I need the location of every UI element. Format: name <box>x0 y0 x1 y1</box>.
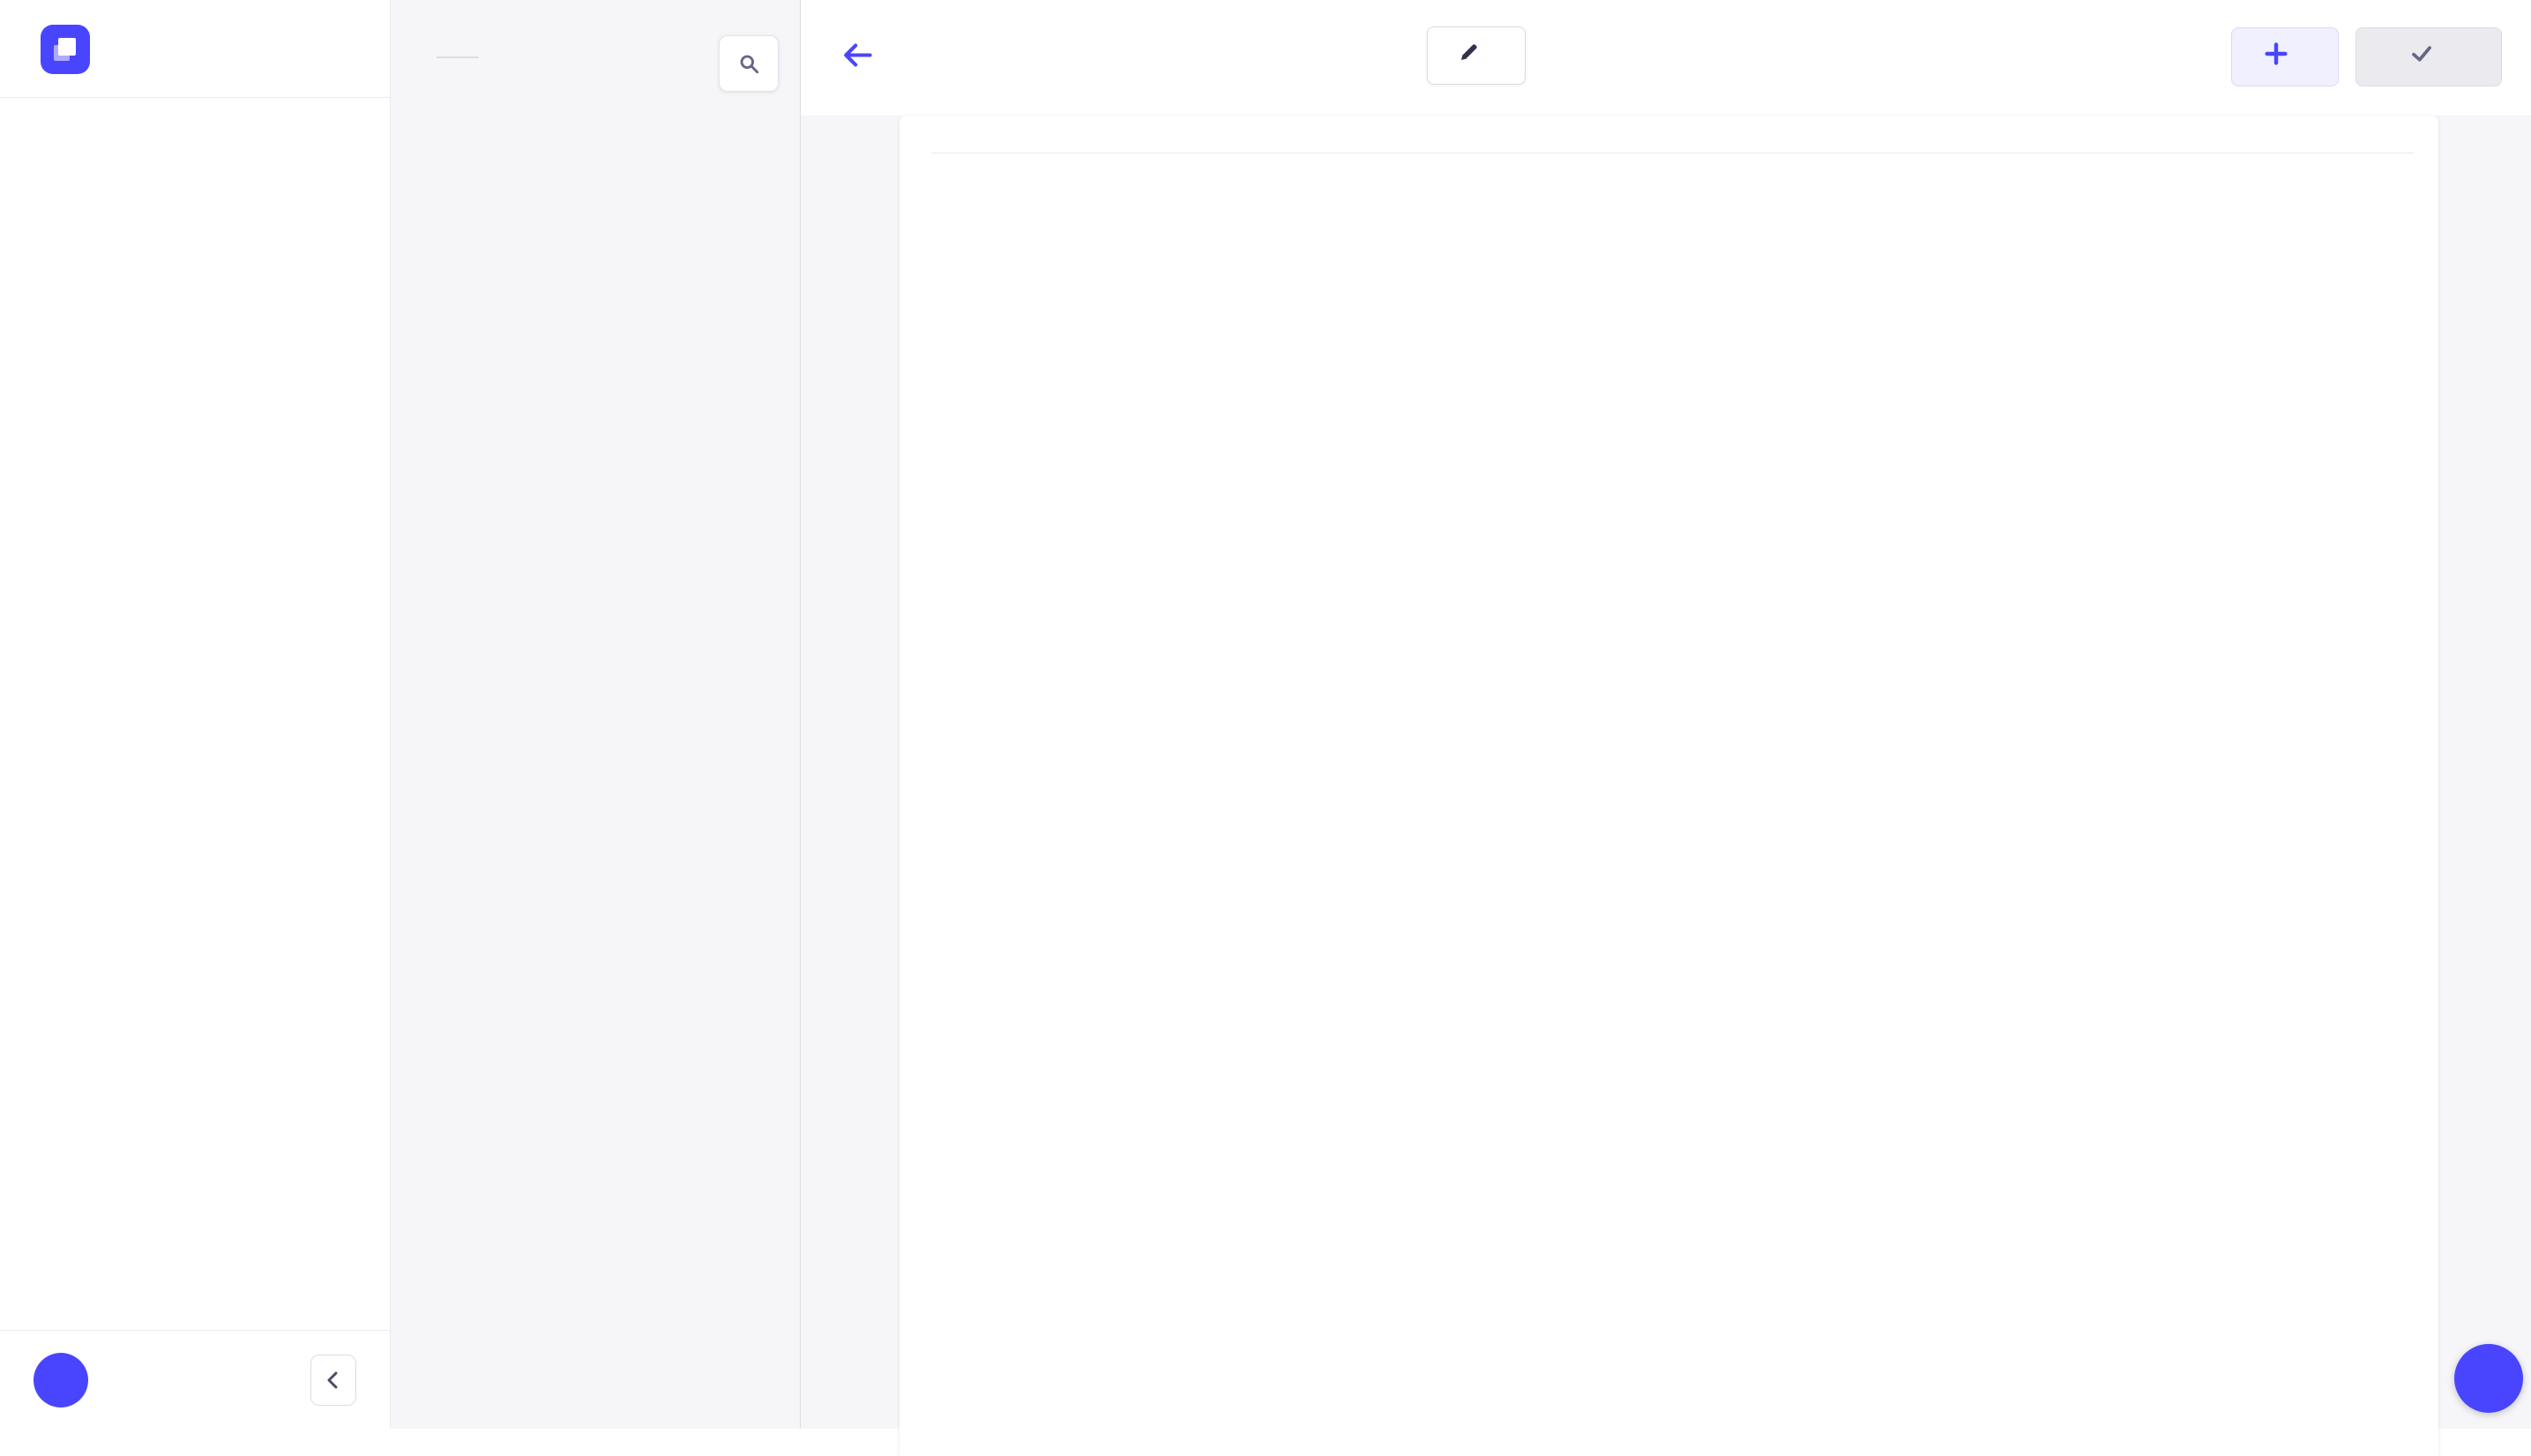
content-type-builder-panel <box>391 0 801 1429</box>
plus-icon <box>2262 40 2290 74</box>
search-button[interactable] <box>719 35 779 92</box>
pencil-icon <box>1456 41 1481 71</box>
sidebar <box>0 0 391 1429</box>
check-icon <box>2408 41 2435 73</box>
strapi-logo-icon <box>41 25 90 74</box>
divider <box>437 56 479 58</box>
main-header <box>801 0 2531 116</box>
strapi-dashboard-app <box>0 0 2531 1456</box>
back-arrow-icon <box>840 41 875 77</box>
sidebar-nav <box>0 98 390 124</box>
brand <box>0 0 390 97</box>
help-button[interactable] <box>2454 1344 2523 1413</box>
back-link[interactable] <box>840 41 887 77</box>
fields-card <box>900 116 2438 1456</box>
add-another-field-button[interactable] <box>2231 27 2339 86</box>
main-area <box>801 0 2531 1456</box>
collapse-sidebar-button[interactable] <box>310 1354 356 1406</box>
avatar[interactable] <box>34 1352 88 1407</box>
user-row <box>0 1330 390 1429</box>
save-button[interactable] <box>2356 27 2502 86</box>
edit-button[interactable] <box>1427 26 1526 85</box>
